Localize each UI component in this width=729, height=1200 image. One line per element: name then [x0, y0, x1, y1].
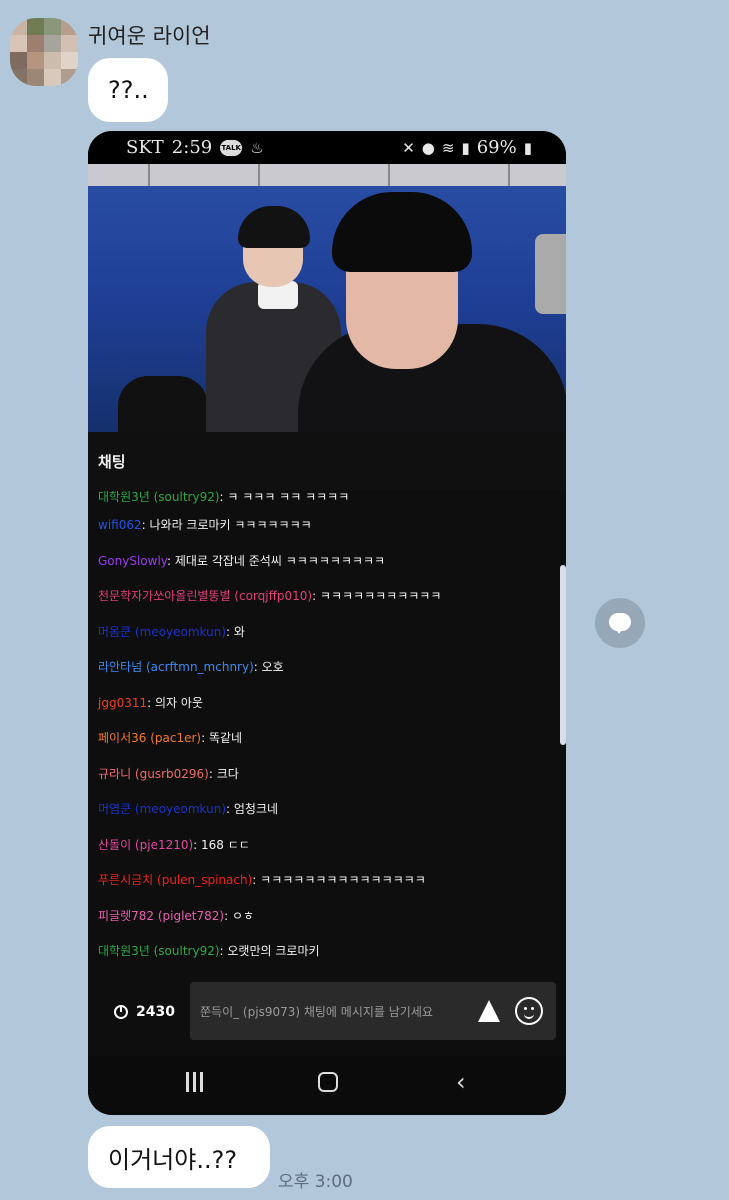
battery-label: 69%: [476, 137, 517, 158]
chat-text: : 168 ㄷㄷ: [193, 837, 250, 852]
chat-input-placeholder: 쭌득이_ (pjs9073) 채팅에 메시지를 남기세요: [200, 1004, 433, 1019]
chat-text: : 엄청크네: [226, 802, 279, 816]
chat-nickname[interactable]: 피글렛782 (piglet782): [98, 909, 224, 923]
chat-nickname[interactable]: 라안타넘 (acrftmn_mchnry): [98, 660, 254, 674]
chat-input[interactable]: 쭌득이_ (pjs9073) 채팅에 메시지를 남기세요: [190, 982, 556, 1040]
chat-message: 천문학자가쏘아올린별똥별 (corqjffp010): ㅋㅋㅋㅋㅋㅋㅋㅋㅋㅋㅋ: [98, 587, 441, 604]
chat-message: 머염쿤 (meoyeomkun): 엄청크네: [98, 800, 278, 817]
chat-nickname[interactable]: GonySlowly: [98, 554, 167, 568]
screenshot-image[interactable]: SKT 2:59 TALK ♨ ✕ ● ≋ ▮ 69% ▮ 채팅 대학원3년 (…: [88, 131, 566, 1115]
message-bubble-2[interactable]: 이거너야..??: [88, 1126, 270, 1188]
send-icon[interactable]: [478, 1000, 500, 1022]
chat-nickname[interactable]: wifi062: [98, 518, 142, 532]
signal-icon: ▮: [461, 138, 470, 157]
talk-icon: TALK: [220, 139, 243, 156]
chat-nickname[interactable]: 머옴쿤 (meoyeomkun): [98, 625, 226, 639]
chat-nickname[interactable]: 대학원3년 (soultry92): [98, 944, 220, 958]
carrier-label: SKT: [126, 137, 164, 158]
android-nav-bar: ‹: [88, 1056, 566, 1115]
home-icon[interactable]: [318, 1072, 338, 1092]
chat-nickname[interactable]: 푸른시금치 (pulen_spinach): [98, 873, 252, 887]
chat-message: 산돌이 (pje1210): 168 ㄷㄷ: [98, 836, 250, 853]
chat-message: 푸른시금치 (pulen_spinach): ㅋㅋㅋㅋㅋㅋㅋㅋㅋㅋㅋㅋㅋㅋㅋ: [98, 871, 426, 888]
chat-message: 피글렛782 (piglet782): ㅇㅎ: [98, 907, 254, 924]
chat-text: : 크다: [208, 766, 239, 781]
wifi-icon: ≋: [441, 138, 455, 157]
chat-message: wifi062: 나와라 크로마키 ㅋㅋㅋㅋㅋㅋㅋ: [98, 516, 312, 533]
chat-message: jgg0311: 의자 아웃: [98, 694, 203, 711]
message-text: ??..: [108, 76, 149, 104]
chat-nickname[interactable]: 페이서36 (pac1er): [98, 731, 201, 745]
battery-icon: ▮: [523, 138, 532, 157]
message-text-2: 이거너야..??: [108, 1145, 238, 1174]
chat-text: : 나와라 크로마키 ㅋㅋㅋㅋㅋㅋㅋ: [141, 518, 312, 532]
chat-text: : ㅇㅎ: [224, 908, 255, 923]
notification-icon: ♨: [250, 138, 264, 157]
status-bar: SKT 2:59 TALK ♨ ✕ ● ≋ ▮ 69% ▮: [88, 131, 566, 164]
chat-message: 규라니 (gusrb0296): 크다: [98, 765, 239, 782]
chat-text: : 제대로 각잡네 준석씨 ㅋㅋㅋㅋㅋㅋㅋㅋㅋ: [167, 553, 386, 568]
studio-ceiling: [88, 164, 566, 186]
chat-list[interactable]: 대학원3년 (soultry92): ㅋ ㅋㅋㅋ ㅋㅋ ㅋㅋㅋㅋ wifi062:…: [88, 490, 566, 980]
chat-nickname[interactable]: jgg0311: [98, 696, 147, 710]
chat-nickname[interactable]: 천문학자가쏘아올린별똥별 (corqjffp010): [98, 589, 312, 603]
chat-message: 대학원3년 (soultry92): 오랫만의 크로마키: [98, 942, 320, 959]
chat-text: : ㅋㅋㅋㅋㅋㅋㅋㅋㅋㅋㅋㅋㅋㅋㅋ: [252, 873, 426, 887]
chair: [118, 376, 208, 432]
chat-text: : ㅋㅋㅋㅋㅋㅋㅋㅋㅋㅋㅋ: [312, 589, 442, 603]
share-button[interactable]: [595, 598, 645, 648]
chat-nickname[interactable]: 머염쿤 (meoyeomkun): [98, 802, 226, 816]
chat-text: : 와: [226, 624, 245, 639]
chat-text: : 오랫만의 크로마키: [219, 944, 320, 958]
chat-nickname[interactable]: 대학원3년 (soultry92): [98, 490, 220, 504]
chat-text: : 똑같네: [201, 731, 243, 745]
sender-name: 귀여운 라이언: [88, 24, 211, 48]
chat-message: GonySlowly: 제대로 각잡네 준석씨 ㅋㅋㅋㅋㅋㅋㅋㅋㅋ: [98, 552, 385, 569]
avatar[interactable]: [10, 18, 78, 86]
message-time: 오후 3:00: [278, 1172, 353, 1192]
chat-message: 대학원3년 (soultry92): ㅋ ㅋㅋㅋ ㅋㅋ ㅋㅋㅋㅋ: [98, 490, 349, 505]
clock-label: 2:59: [171, 137, 213, 158]
chat-message: 머옴쿤 (meoyeomkun): 와: [98, 623, 245, 640]
chat-text: : 의자 아웃: [147, 695, 203, 710]
scrollbar[interactable]: [560, 565, 566, 745]
chat-nickname[interactable]: 산돌이 (pje1210): [98, 838, 193, 852]
stream-video[interactable]: [88, 164, 566, 432]
mute-icon: ✕: [402, 138, 415, 157]
chat-title: 채팅: [88, 432, 566, 490]
viewer-count: 2430: [114, 1004, 175, 1020]
clock-icon: [114, 1005, 128, 1019]
location-icon: ●: [421, 138, 435, 157]
chat-message: 라안타넘 (acrftmn_mchnry): 오호: [98, 658, 284, 675]
microphone: [535, 234, 566, 314]
emoji-icon[interactable]: [515, 997, 543, 1025]
chat-nickname[interactable]: 규라니 (gusrb0296): [98, 767, 209, 781]
recent-apps-icon[interactable]: [186, 1072, 203, 1092]
back-icon[interactable]: ‹: [456, 1070, 466, 1094]
chat-text: : ㅋ ㅋㅋㅋ ㅋㅋ ㅋㅋㅋㅋ: [219, 490, 350, 504]
chat-text: : 오호: [253, 660, 284, 674]
message-bubble[interactable]: ??..: [88, 58, 168, 122]
speech-bubble-icon: [609, 613, 631, 634]
chat-message: 페이서36 (pac1er): 똑같네: [98, 729, 242, 746]
